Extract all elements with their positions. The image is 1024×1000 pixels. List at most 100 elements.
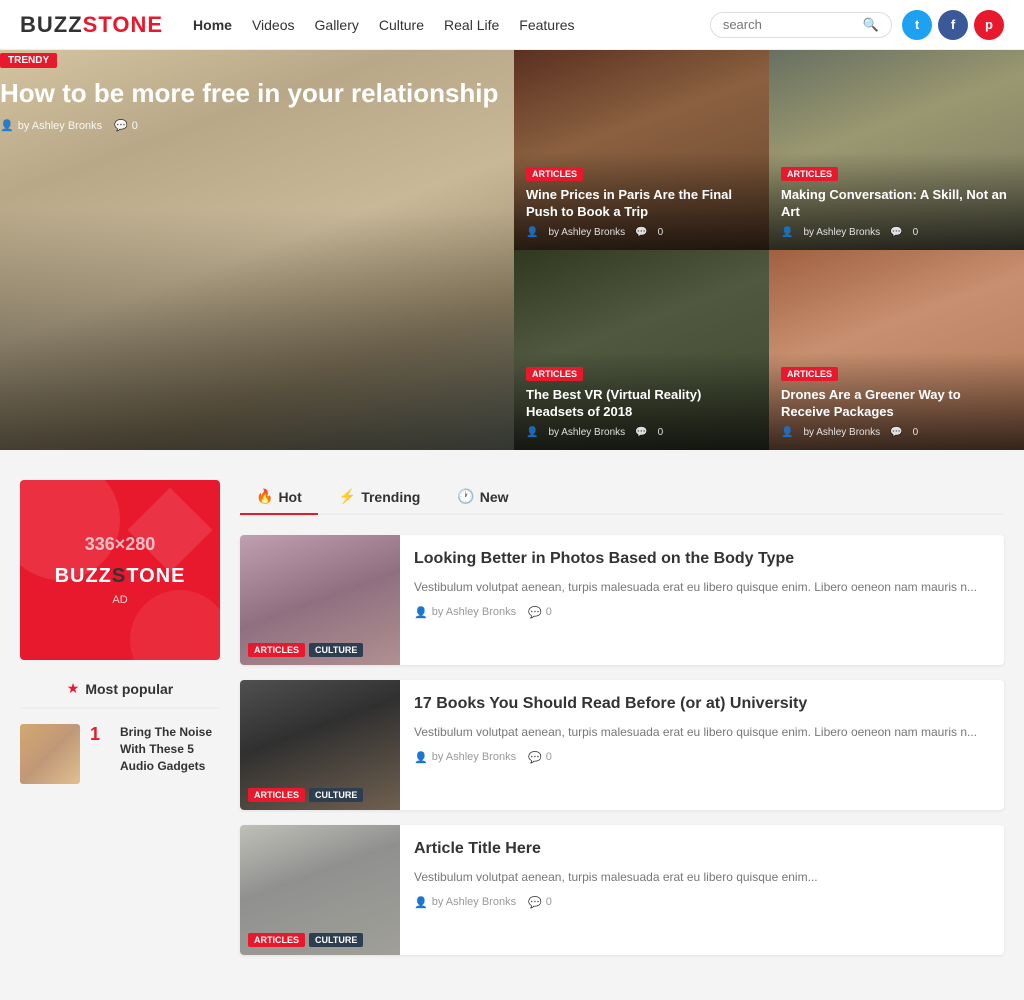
article-body-2: 17 Books You Should Read Before (or at) … — [400, 680, 1004, 810]
tab-new[interactable]: 🕐 New — [441, 480, 524, 515]
article-excerpt-1: Vestibulum volutpat aenean, turpis males… — [414, 578, 990, 596]
lightning-icon: ⚡ — [339, 488, 356, 505]
twitter-button[interactable]: t — [902, 10, 932, 40]
article-comments-1: 💬 0 — [528, 606, 552, 619]
search-box[interactable]: 🔍 — [710, 12, 892, 38]
hero-card-4-badge: ARTICLES — [781, 367, 838, 381]
hero-card-2[interactable]: ARTICLES Making Conversation: A Skill, N… — [769, 50, 1024, 250]
nav-gallery[interactable]: Gallery — [315, 17, 359, 33]
hero-card-1-badge: ARTICLES — [526, 167, 583, 181]
hero-card-1-overlay: ARTICLES Wine Prices in Paris Are the Fi… — [514, 152, 769, 250]
article-meta-2: 👤 by Ashley Bronks 💬 0 — [414, 751, 990, 764]
pinterest-button[interactable]: p — [974, 10, 1004, 40]
article-body-1: Looking Better in Photos Based on the Bo… — [400, 535, 1004, 665]
facebook-button[interactable]: f — [938, 10, 968, 40]
author-icon: 👤 — [781, 227, 793, 238]
article-card-3[interactable]: ARTICLES CULTURE Article Title Here Vest… — [240, 825, 1004, 955]
badge-articles-3: ARTICLES — [248, 933, 305, 947]
hero-card-2-title: Making Conversation: A Skill, Not an Art — [781, 187, 1012, 221]
author-icon: 👤 — [526, 227, 538, 238]
tab-hot[interactable]: 🔥 Hot — [240, 480, 318, 515]
sidebar: 336×280 BUZZSTONE AD ★ Most popular 1 Br… — [20, 480, 220, 970]
logo[interactable]: BUZZSTONE — [20, 12, 163, 38]
article-comments-2: 💬 0 — [528, 751, 552, 764]
article-meta-1: 👤 by Ashley Bronks 💬 0 — [414, 606, 990, 619]
hero-card-4-overlay: ARTICLES Drones Are a Greener Way to Rec… — [769, 352, 1024, 450]
hero-main-content: TRENDY How to be more free in your relat… — [0, 50, 514, 132]
hero-card-4[interactable]: ARTICLES Drones Are a Greener Way to Rec… — [769, 250, 1024, 450]
main-nav: Home Videos Gallery Culture Real Life Fe… — [193, 17, 574, 33]
hero-card-3[interactable]: ARTICLES The Best VR (Virtual Reality) H… — [514, 250, 769, 450]
comment-icon: 💬 — [635, 227, 647, 238]
article-3-badges: ARTICLES CULTURE — [248, 933, 363, 947]
article-img-1: ARTICLES CULTURE — [240, 535, 400, 665]
hero-title: How to be more free in your relationship — [0, 78, 514, 109]
hero-right-grid: ARTICLES Wine Prices in Paris Are the Fi… — [514, 50, 1024, 450]
popular-item-1[interactable]: 1 Bring The Noise With These 5 Audio Gad… — [20, 724, 220, 784]
hero-comments: 💬 0 — [114, 119, 138, 132]
comment-icon: 💬 — [635, 427, 647, 438]
article-2-badges: ARTICLES CULTURE — [248, 788, 363, 802]
badge-articles-1: ARTICLES — [248, 643, 305, 657]
nav-features[interactable]: Features — [519, 17, 574, 33]
header: BUZZSTONE Home Videos Gallery Culture Re… — [0, 0, 1024, 50]
article-title-3: Article Title Here — [414, 839, 990, 860]
hero-card-4-meta: 👤 by Ashley Bronks 💬 0 — [781, 427, 1012, 438]
comment-icon: 💬 — [890, 427, 902, 438]
hero-main[interactable]: TRENDY How to be more free in your relat… — [0, 50, 514, 450]
comment-icon: 💬 — [890, 227, 902, 238]
content-area: 🔥 Hot ⚡ Trending 🕐 New ARTICLES CULTURE — [240, 480, 1004, 970]
article-card-1[interactable]: ARTICLES CULTURE Looking Better in Photo… — [240, 535, 1004, 665]
badge-culture-1: CULTURE — [309, 643, 363, 657]
article-comments-3: 💬 0 — [528, 896, 552, 909]
popular-item-1-img — [20, 724, 80, 784]
hero-card-1-meta: 👤 by Ashley Bronks 💬 0 — [526, 227, 757, 238]
hero-card-1[interactable]: ARTICLES Wine Prices in Paris Are the Fi… — [514, 50, 769, 250]
ad-label: AD — [112, 594, 127, 606]
nav-reallife[interactable]: Real Life — [444, 17, 499, 33]
popular-item-1-title: Bring The Noise With These 5 Audio Gadge… — [120, 724, 220, 774]
most-popular-title: Most popular — [85, 681, 173, 697]
hero-section: TRENDY How to be more free in your relat… — [0, 50, 1024, 450]
most-popular: ★ Most popular 1 Bring The Noise With Th… — [20, 680, 220, 784]
article-author-1: 👤 by Ashley Bronks — [414, 606, 516, 619]
article-author-3: 👤 by Ashley Bronks — [414, 896, 516, 909]
fire-icon: 🔥 — [256, 488, 273, 505]
search-input[interactable] — [723, 17, 863, 32]
hero-card-2-meta: 👤 by Ashley Bronks 💬 0 — [781, 227, 1012, 238]
main-content: 336×280 BUZZSTONE AD ★ Most popular 1 Br… — [0, 450, 1024, 1000]
hero-card-4-title: Drones Are a Greener Way to Receive Pack… — [781, 387, 1012, 421]
nav-culture[interactable]: Culture — [379, 17, 424, 33]
article-author-2: 👤 by Ashley Bronks — [414, 751, 516, 764]
article-meta-3: 👤 by Ashley Bronks 💬 0 — [414, 896, 990, 909]
ad-box: 336×280 BUZZSTONE AD — [20, 480, 220, 660]
article-excerpt-3: Vestibulum volutpat aenean, turpis males… — [414, 868, 990, 886]
badge-culture-2: CULTURE — [309, 788, 363, 802]
comment-icon: 💬 — [114, 119, 128, 132]
comment-icon: 💬 — [528, 751, 542, 764]
popular-item-1-num: 1 — [90, 724, 110, 745]
author-icon: 👤 — [414, 896, 428, 909]
author-icon: 👤 — [526, 427, 538, 438]
clock-icon: 🕐 — [457, 488, 474, 505]
author-icon: 👤 — [781, 427, 793, 438]
tabs: 🔥 Hot ⚡ Trending 🕐 New — [240, 480, 1004, 515]
hero-card-2-badge: ARTICLES — [781, 167, 838, 181]
badge-culture-3: CULTURE — [309, 933, 363, 947]
article-card-2[interactable]: ARTICLES CULTURE 17 Books You Should Rea… — [240, 680, 1004, 810]
ad-logo-tone: TONE — [126, 565, 185, 587]
article-body-3: Article Title Here Vestibulum volutpat a… — [400, 825, 1004, 955]
tab-trending[interactable]: ⚡ Trending — [323, 480, 437, 515]
hero-card-2-overlay: ARTICLES Making Conversation: A Skill, N… — [769, 152, 1024, 250]
most-popular-header: ★ Most popular — [20, 680, 220, 709]
nav-home[interactable]: Home — [193, 17, 232, 33]
nav-videos[interactable]: Videos — [252, 17, 295, 33]
hero-card-1-title: Wine Prices in Paris Are the Final Push … — [526, 187, 757, 221]
author-icon: 👤 — [414, 606, 428, 619]
hero-author: 👤 by Ashley Bronks — [0, 119, 102, 132]
article-img-2: ARTICLES CULTURE — [240, 680, 400, 810]
logo-buzz: BUZZ — [20, 12, 83, 37]
hero-card-3-overlay: ARTICLES The Best VR (Virtual Reality) H… — [514, 352, 769, 450]
article-img-3: ARTICLES CULTURE — [240, 825, 400, 955]
article-1-badges: ARTICLES CULTURE — [248, 643, 363, 657]
